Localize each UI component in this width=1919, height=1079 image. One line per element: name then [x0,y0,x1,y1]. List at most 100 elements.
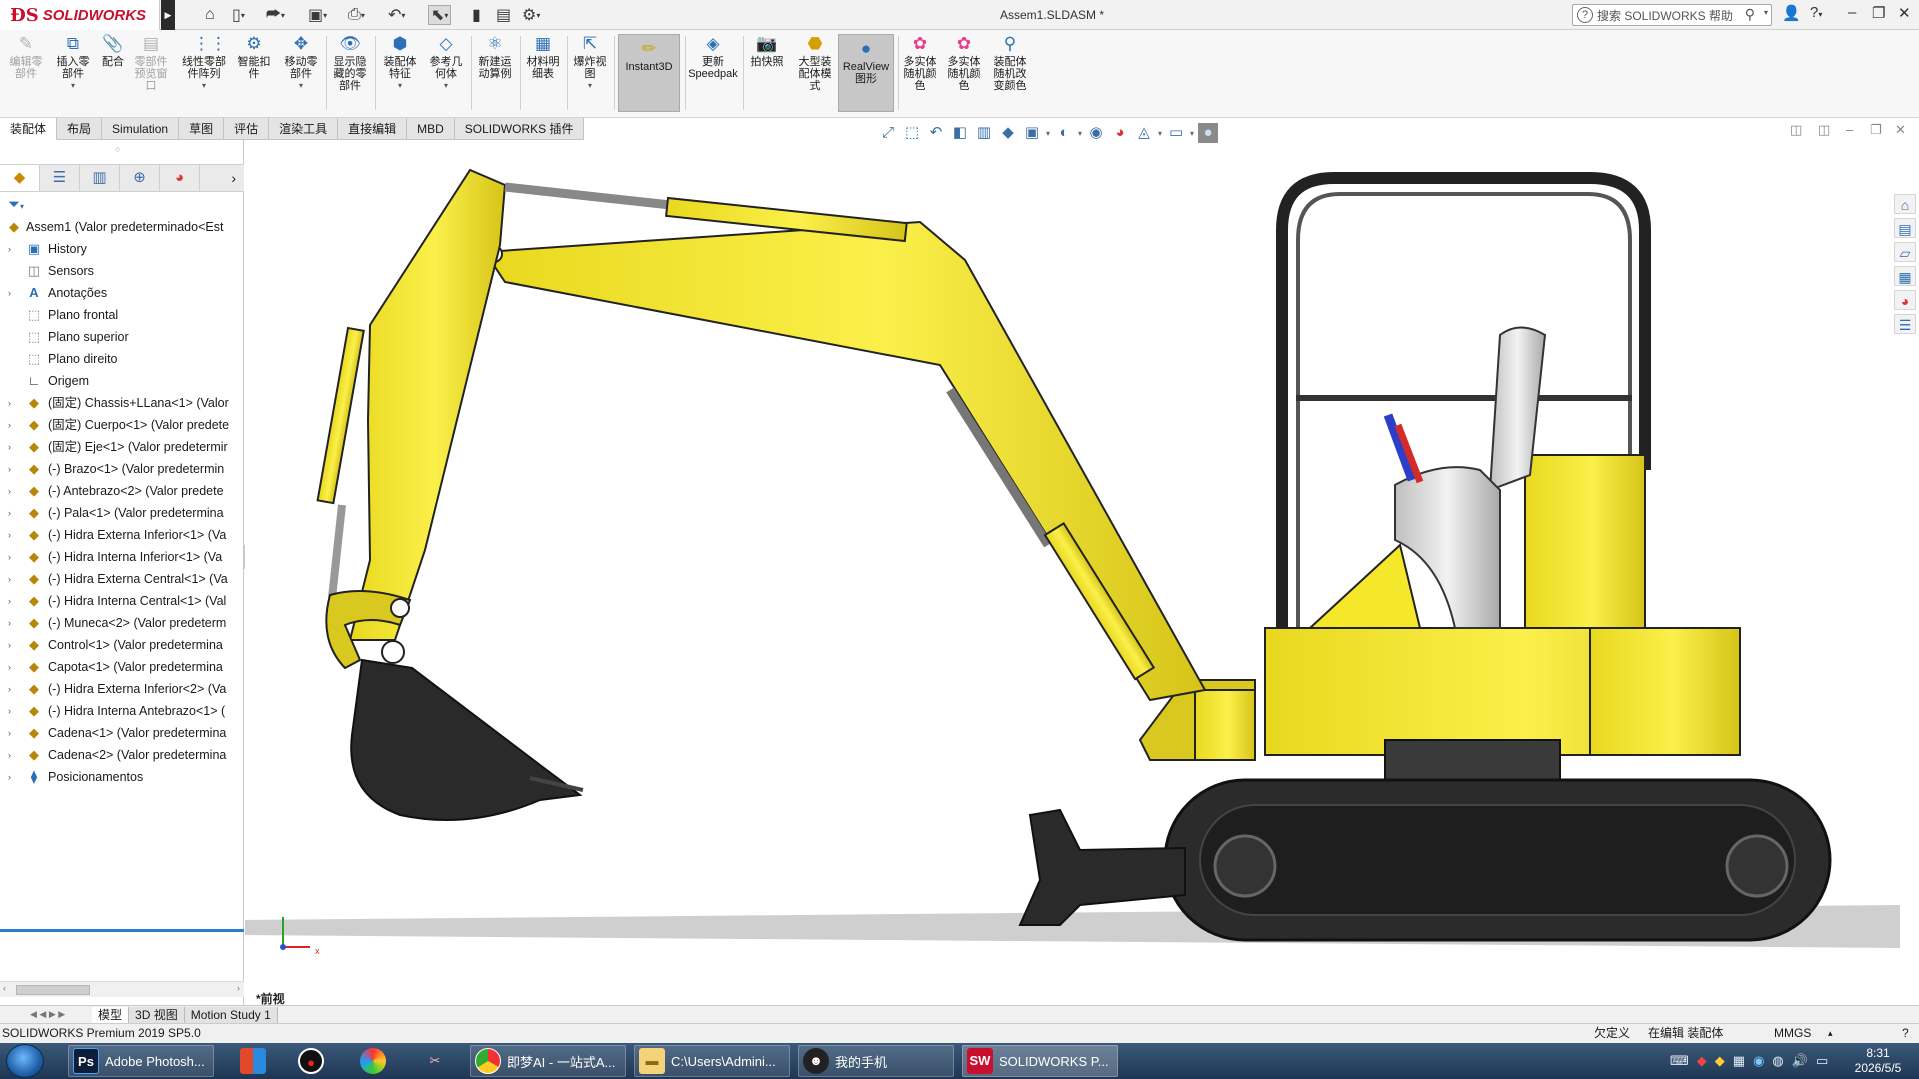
realview-graphics-button[interactable]: ● RealView 图形 [838,34,894,112]
chevron-right-icon[interactable]: › [8,546,11,568]
realview-toggle-icon[interactable]: ● [1198,123,1219,143]
scrollbar-thumb[interactable] [16,985,90,995]
filter-icon[interactable]: ⏷▾ [8,196,24,213]
graphics-area[interactable] [245,140,1919,1005]
new-motion-study-button[interactable]: ⚛ 新建运 动算例 [474,34,516,80]
design-library-icon[interactable]: ▤ [1894,218,1916,238]
restore-icon[interactable]: ❐ [1872,4,1885,22]
chevron-right-icon[interactable]: › [8,458,11,480]
chevron-right-icon[interactable]: › [8,744,11,766]
chevron-right-icon[interactable]: › [200,165,244,191]
property-manager-icon[interactable]: ☰ [40,165,80,191]
display-style-icon[interactable]: ▣ [1022,123,1042,143]
multibody-random-color-2-button[interactable]: ✿ 多实体 随机颜 色 [944,34,984,92]
chevron-right-icon[interactable]: › [8,656,11,678]
chevron-right-icon[interactable]: › [8,634,11,656]
excavator-model[interactable] [245,140,1919,1005]
tree-item-component[interactable]: › ◆ (-) Pala<1> (Valor predetermina [0,502,244,524]
tray-app-icon[interactable]: ◆ [1697,1053,1707,1069]
chevron-right-icon[interactable]: › [8,436,11,458]
solidworks-resources-icon[interactable]: ⌂ [1894,194,1916,214]
solidworks-logo[interactable]: ƉS SOLIDWORKS [0,0,160,30]
print-icon[interactable]: ⎙ ▾ [348,5,365,25]
horizontal-scrollbar[interactable]: ‹ › [0,981,244,997]
scroll-right-icon[interactable]: › [237,983,240,993]
tree-item-component[interactable]: › ◆ (-) Hidra Interna Central<1> (Val [0,590,244,612]
scroll-left-icon[interactable]: ‹ [3,983,6,993]
previous-view-icon[interactable]: ↶ [926,123,946,143]
taskbar-pinned-1[interactable] [236,1045,272,1077]
chevron-right-icon[interactable]: › [8,480,11,502]
tree-item-component[interactable]: › ◆ Control<1> (Valor predetermina [0,634,244,656]
linear-pattern-button[interactable]: ⋮⋮ 线性零部 件阵列 ▾ [178,34,230,92]
tab-motion-study[interactable]: Motion Study 1 [184,1006,278,1023]
assembly-features-button[interactable]: ⬢ 装配体 特征 ▾ [380,34,420,92]
start-button[interactable] [6,1044,44,1078]
traffic-light-icon[interactable]: ▮ [472,5,481,25]
tray-app-icon[interactable]: ◍ [1772,1053,1783,1069]
tree-item-component[interactable]: › ◆ (固定) Chassis+LLana<1> (Valor [0,392,244,414]
tray-app-icon[interactable]: ▭ [1816,1053,1828,1069]
instant3d-button[interactable]: ✏ Instant3D [618,34,680,112]
minimize-icon[interactable]: – [1848,4,1856,21]
options-icon[interactable]: ⚙ ▾ [522,5,540,25]
network-icon[interactable]: ▦ [1733,1053,1745,1069]
view-settings-icon[interactable]: ◬ [1134,123,1154,143]
tree-item-front-plane[interactable]: ⬚ Plano frontal [0,304,244,326]
move-component-button[interactable]: ✥ 移动零 部件 ▾ [280,34,322,92]
tab-3d-view[interactable]: 3D 视图 [129,1006,185,1023]
tab-solidworks-addins[interactable]: SOLIDWORKS 插件 [454,118,585,140]
chevron-right-icon[interactable]: › [8,590,11,612]
open-file-icon[interactable]: ⮫ ▾ [266,5,285,25]
system-clock[interactable]: 8:31 2026/5/5 [1848,1046,1908,1076]
tree-item-component[interactable]: › ◆ (-) Hidra Externa Central<1> (Va [0,568,244,590]
user-icon[interactable]: 👤 [1782,4,1801,22]
assembly-random-color-button[interactable]: ⚲ 装配体 随机改 变颜色 [988,34,1032,92]
custom-properties-icon[interactable]: ☰ [1894,314,1916,334]
chevron-down-icon[interactable]: ▾ [444,80,448,92]
tab-render-tools[interactable]: 渲染工具 [269,118,339,140]
tree-item-component[interactable]: › ◆ (-) Muneca<2> (Valor predeterm [0,612,244,634]
bill-of-materials-button[interactable]: ▦ 材料明 细表 [523,34,563,80]
tab-direct-editing[interactable]: 直接编辑 [338,118,408,140]
close-document-icon[interactable]: ✕ [1895,122,1906,138]
tree-item-component[interactable]: › ◆ (-) Hidra Interna Antebrazo<1> ( [0,700,244,722]
reference-geometry-button[interactable]: ◇ 参考几 何体 ▾ [426,34,466,92]
new-file-icon[interactable]: ▯ ▾ [232,5,245,25]
dynamic-annotation-icon[interactable]: ▥ [974,123,994,143]
file-properties-icon[interactable]: ▤ [496,5,511,25]
configuration-manager-icon[interactable]: ▥ [80,165,120,191]
taskbar-pinned-2[interactable]: ● [294,1045,330,1077]
large-assembly-mode-button[interactable]: ⬣ 大型装 配体模 式 [792,34,838,92]
tree-item-component[interactable]: › ◆ (固定) Eje<1> (Valor predetermir [0,436,244,458]
help-search-input[interactable]: ? 搜索 SOLIDWORKS 帮助 ⚲ ▾ [1572,4,1772,26]
view-palette-icon[interactable]: ▦ [1894,266,1916,286]
chevron-down-icon[interactable]: ▾ [71,80,75,92]
multibody-random-color-button[interactable]: ✿ 多实体 随机颜 色 [900,34,940,92]
tree-item-origin[interactable]: ∟ Origem [0,370,244,392]
apply-scene-icon[interactable]: ◕ [1110,123,1130,143]
show-hidden-components-button[interactable]: 👁 显示隐 藏的零 部件 [330,34,370,92]
close-icon[interactable]: ✕ [1898,4,1911,22]
minimize-document-icon[interactable]: – [1846,122,1853,137]
tree-item-history[interactable]: › ▣ History [0,238,244,260]
tree-item-annotations[interactable]: › A Anotações [0,282,244,304]
tree-item-component[interactable]: › ◆ (-) Hidra Externa Inferior<1> (Va [0,524,244,546]
hide-show-items-icon[interactable]: ◐ [1054,123,1074,143]
tab-simulation[interactable]: Simulation [102,118,180,140]
chevron-down-icon[interactable]: ▾ [202,80,206,92]
chevron-right-icon[interactable]: › [8,568,11,590]
previous-document-icon[interactable]: ◫ [1790,122,1802,138]
tree-item-component[interactable]: › ◆ Capota<1> (Valor predetermina [0,656,244,678]
view-orientation-icon[interactable]: ◆ [998,123,1018,143]
chevron-right-icon[interactable]: › [8,678,11,700]
insert-component-button[interactable]: ⧉ 插入零 部件 ▾ [52,34,94,92]
file-explorer-icon[interactable]: ▱ [1894,242,1916,262]
component-preview-button[interactable]: ▤ 零部件 预览窗 口 [130,34,172,92]
chevron-down-icon[interactable]: ▾ [299,80,303,92]
select-icon[interactable]: ⬉ ▾ [428,5,452,25]
chevron-right-icon[interactable]: › [8,700,11,722]
tab-mbd[interactable]: MBD [407,118,455,140]
restore-document-icon[interactable]: ❐ [1870,122,1882,138]
tree-item-component[interactable]: › ◆ (-) Antebrazo<2> (Valor predete [0,480,244,502]
